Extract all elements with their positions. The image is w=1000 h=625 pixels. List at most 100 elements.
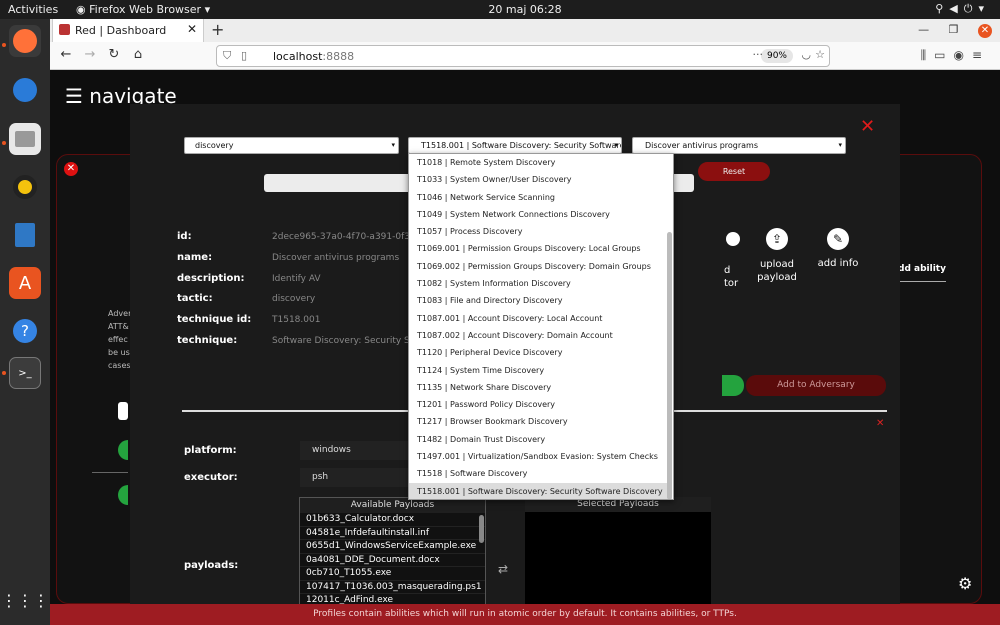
toolbar-right-icons: ⫼▭◉≡ <box>921 48 990 63</box>
payload-item[interactable]: 0655d1_WindowsServiceExample.exe <box>300 540 485 554</box>
tactic-select[interactable]: discovery ▾ <box>184 137 399 154</box>
dropdown-option[interactable]: T1069.002 | Permission Groups Discovery:… <box>409 258 667 275</box>
technique-label: technique: <box>177 335 238 346</box>
add-ability-tab[interactable]: dd ability <box>898 264 946 274</box>
tactic-select-value: discovery <box>195 141 234 150</box>
dock: A ? >_ ⋮⋮⋮ <box>0 19 50 625</box>
files-icon[interactable] <box>9 123 41 155</box>
show-apps-icon[interactable]: ⋮⋮⋮ <box>1 584 49 616</box>
pocket-icon[interactable]: ◡ <box>801 48 811 61</box>
payload-item[interactable]: 0cb710_T1055.exe <box>300 567 485 581</box>
running-indicator <box>2 371 6 375</box>
payload-item[interactable]: 01b633_Calculator.docx <box>300 513 485 527</box>
edit-icon: ✎ <box>827 228 849 250</box>
dropdown-option[interactable]: T1201 | Password Policy Discovery <box>409 396 667 413</box>
reset-button[interactable]: Reset <box>698 162 770 181</box>
add-to-adversary-button[interactable]: Add to Adversary <box>746 375 886 396</box>
upload-file-icon: ⇪ <box>766 228 788 250</box>
dropdown-option[interactable]: T1018 | Remote System Discovery <box>409 154 667 171</box>
partial-icon[interactable] <box>726 232 740 246</box>
payload-scrollbar[interactable] <box>479 515 484 543</box>
save-green-button[interactable] <box>722 375 744 396</box>
payload-item[interactable]: 0a4081_DDE_Document.docx <box>300 554 485 567</box>
dropdown-option[interactable]: T1135 | Network Share Discovery <box>409 379 667 396</box>
shield-icon[interactable]: ⛉ <box>223 49 231 63</box>
available-payloads-title: Available Payloads <box>300 498 485 513</box>
dropdown-option[interactable]: T1482 | Domain Trust Discovery <box>409 431 667 448</box>
url-text[interactable]: localhost:8888 <box>273 50 354 63</box>
description-label: description: <box>177 273 245 284</box>
window-controls: — ❐ ✕ <box>902 23 992 38</box>
page-info-icon[interactable]: ▯ <box>241 49 247 62</box>
url-bar[interactable]: ⛉ ▯ localhost:8888 90% ··· ◡ ☆ <box>216 45 830 67</box>
thunderbird-icon[interactable] <box>9 74 41 106</box>
technique-select-value: T1518.001 | Software Discovery: Security… <box>421 141 622 150</box>
dropdown-option[interactable]: T1124 | System Time Discovery <box>409 362 667 379</box>
menu-icon[interactable]: ≡ <box>972 48 990 62</box>
dropdown-option[interactable]: T1046 | Network Service Scanning <box>409 189 667 206</box>
upload-payload-button[interactable]: ⇪ upload payload <box>747 228 807 284</box>
dropdown-option-selected[interactable]: T1518.001 | Software Discovery: Security… <box>409 482 667 499</box>
zoom-badge[interactable]: 90% <box>760 49 793 63</box>
clock[interactable]: 20 maj 06:28 <box>470 3 580 16</box>
modal-close-icon[interactable]: ✕ <box>860 116 875 137</box>
dropdown-option[interactable]: T1057 | Process Discovery <box>409 223 667 240</box>
dropdown-option[interactable]: T1087.001 | Account Discovery: Local Acc… <box>409 310 667 327</box>
technique-select[interactable]: T1518.001 | Software Discovery: Security… <box>408 137 622 154</box>
background-white-button[interactable] <box>118 402 128 420</box>
executor-label: executor: <box>184 472 238 483</box>
url-host: localhost <box>273 50 323 63</box>
system-tray[interactable]: ⚲◀⏻▾ <box>935 2 990 16</box>
dropdown-option[interactable]: T1497.001 | Virtualization/Sandbox Evasi… <box>409 448 667 465</box>
dropdown-option[interactable]: T1120 | Peripheral Device Discovery <box>409 344 667 361</box>
firefox-small-icon: ◉ <box>76 3 90 16</box>
background-close-icon[interactable]: ✕ <box>64 162 78 176</box>
reload-icon[interactable]: ↻ <box>104 47 124 62</box>
more-actions-icon[interactable]: ··· <box>753 48 764 61</box>
ability-select[interactable]: Discover antivirus programs ▾ <box>632 137 846 154</box>
forward-icon[interactable]: → <box>80 47 100 62</box>
writer-icon[interactable] <box>9 219 41 251</box>
technique-dropdown[interactable]: T1018 | Remote System Discovery T1033 | … <box>408 153 674 500</box>
running-indicator <box>2 141 6 145</box>
terminal-icon[interactable]: >_ <box>9 357 41 389</box>
rhythmbox-icon[interactable] <box>9 171 41 203</box>
back-icon[interactable]: ← <box>56 47 76 62</box>
remove-icon[interactable]: ✕ <box>876 418 884 429</box>
footer-banner: Profiles contain abilities which will ru… <box>50 604 1000 625</box>
library-icon[interactable]: ⫼ <box>921 48 935 62</box>
name-value: Discover antivirus programs <box>272 253 400 263</box>
dropdown-option[interactable]: T1033 | System Owner/User Discovery <box>409 171 667 188</box>
home-icon[interactable]: ⌂ <box>128 47 148 62</box>
add-info-button[interactable]: ✎ add info <box>808 228 868 269</box>
firefox-icon[interactable] <box>9 25 41 57</box>
swap-arrows-icon[interactable]: ⇄ <box>498 562 508 576</box>
tab-close-icon[interactable]: ✕ <box>187 22 197 36</box>
activities-button[interactable]: Activities <box>8 3 58 16</box>
sidebar-icon[interactable]: ▭ <box>934 48 953 62</box>
power-icon: ⏻ <box>963 2 979 15</box>
maximize-icon[interactable]: ❐ <box>949 23 959 36</box>
payload-item[interactable]: 04581e_Infdefaultinstall.inf <box>300 527 485 540</box>
dropdown-option[interactable]: T1087.002 | Account Discovery: Domain Ac… <box>409 327 667 344</box>
app-menu[interactable]: ◉ Firefox Web Browser ▾ <box>76 3 210 16</box>
account-icon[interactable]: ◉ <box>953 48 971 62</box>
help-icon[interactable]: ? <box>9 315 41 347</box>
id-value: 2dece965-37a0-4f70-a391-0f30 <box>272 232 416 242</box>
dropdown-option[interactable]: T1082 | System Information Discovery <box>409 275 667 292</box>
settings-gear-icon[interactable]: ⚙ <box>958 574 972 593</box>
software-center-icon[interactable]: A <box>9 267 41 299</box>
dropdown-option[interactable]: T1069.001 | Permission Groups Discovery:… <box>409 240 667 257</box>
bookmark-star-icon[interactable]: ☆ <box>815 48 825 61</box>
payload-item[interactable]: 107417_T1036.003_masquerading.ps1 <box>300 581 485 594</box>
new-tab-button[interactable]: + <box>211 20 224 39</box>
dropdown-scrollbar[interactable] <box>667 232 672 499</box>
dropdown-option[interactable]: T1518 | Software Discovery <box>409 465 667 482</box>
minimize-icon[interactable]: — <box>918 23 929 36</box>
window-close-icon[interactable]: ✕ <box>978 24 992 38</box>
chevron-down-icon: ▾ <box>838 141 842 149</box>
tab-dashboard[interactable]: Red | Dashboard ✕ <box>52 19 204 42</box>
dropdown-option[interactable]: T1217 | Browser Bookmark Discovery <box>409 413 667 430</box>
dropdown-option[interactable]: T1049 | System Network Connections Disco… <box>409 206 667 223</box>
dropdown-option[interactable]: T1083 | File and Directory Discovery <box>409 292 667 309</box>
